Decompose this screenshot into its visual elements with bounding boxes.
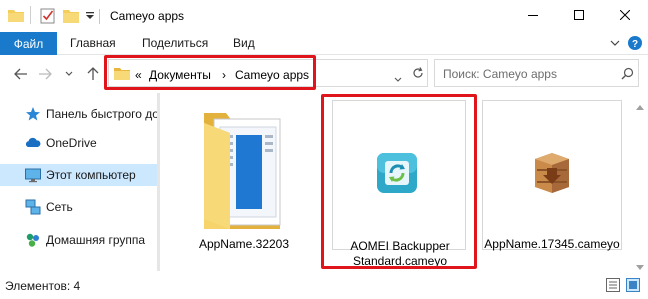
file-name[interactable]: AppName.32203 bbox=[184, 237, 304, 252]
navigation-pane: Панель быстрого до OneDrive Этот компьют… bbox=[0, 93, 160, 271]
address-highlight bbox=[104, 55, 316, 90]
search-input[interactable]: Поиск: Cameyo apps bbox=[443, 67, 557, 81]
maximize-button[interactable] bbox=[556, 0, 602, 30]
new-folder-icon[interactable] bbox=[63, 8, 79, 26]
navigation-bar: « Документы › Cameyo apps Поиск: Cameyo … bbox=[0, 55, 648, 93]
nav-item-this-pc[interactable]: Этот компьютер bbox=[0, 164, 157, 186]
item-count: Элементов: 4 bbox=[5, 279, 81, 293]
nav-label: Домашняя группа bbox=[46, 233, 146, 247]
tab-file[interactable]: Файл bbox=[0, 32, 57, 55]
close-icon bbox=[620, 10, 630, 20]
file-item-appname-17345[interactable] bbox=[482, 100, 622, 250]
vertical-scrollbar[interactable] bbox=[632, 93, 648, 271]
nav-label: Сеть bbox=[46, 200, 73, 214]
chevron-down-icon bbox=[610, 40, 620, 46]
title-bar: Cameyo apps bbox=[0, 0, 648, 32]
nav-label: Этот компьютер bbox=[46, 168, 136, 182]
details-view-icon bbox=[606, 278, 620, 292]
help-icon: ? bbox=[628, 36, 642, 50]
folder-icon bbox=[8, 8, 24, 25]
nav-item-homegroup[interactable]: Домашняя группа bbox=[0, 229, 157, 251]
network-icon bbox=[25, 199, 41, 215]
customize-dropdown-icon[interactable] bbox=[85, 10, 95, 24]
up-button[interactable] bbox=[84, 65, 102, 83]
nav-item-network[interactable]: Сеть bbox=[0, 196, 157, 218]
title-bar-divider bbox=[30, 6, 32, 27]
nav-label: OneDrive bbox=[46, 136, 97, 150]
folder-icon bbox=[204, 113, 281, 229]
computer-icon bbox=[25, 167, 41, 183]
title-separator bbox=[99, 9, 100, 24]
search-icon[interactable] bbox=[621, 67, 634, 83]
scroll-up-icon[interactable] bbox=[636, 99, 644, 113]
nav-label: Панель быстрого до bbox=[46, 107, 157, 121]
expand-ribbon-button[interactable] bbox=[606, 34, 624, 52]
arrow-right-icon bbox=[39, 68, 52, 80]
tab-home[interactable]: Главная bbox=[70, 36, 116, 50]
file-name[interactable]: AppName.17345.cameyo bbox=[476, 237, 628, 252]
status-bar: Элементов: 4 bbox=[0, 272, 648, 299]
recent-locations-button[interactable] bbox=[60, 65, 78, 83]
back-button[interactable] bbox=[12, 65, 30, 83]
arrow-up-icon bbox=[87, 67, 99, 80]
minimize-button[interactable] bbox=[510, 0, 556, 30]
forward-button[interactable] bbox=[36, 65, 54, 83]
homegroup-icon bbox=[25, 232, 41, 248]
help-button[interactable]: ? bbox=[626, 34, 644, 52]
properties-icon[interactable] bbox=[40, 7, 56, 27]
scroll-down-icon[interactable] bbox=[636, 259, 644, 273]
nav-item-quick-access[interactable]: Панель быстрого до bbox=[0, 103, 157, 125]
large-icons-view-icon bbox=[626, 278, 640, 292]
tab-view[interactable]: Вид bbox=[233, 36, 255, 50]
maximize-icon bbox=[574, 10, 584, 20]
address-history-dropdown[interactable] bbox=[394, 71, 402, 85]
tab-share[interactable]: Поделиться bbox=[142, 36, 208, 50]
close-button[interactable] bbox=[602, 0, 648, 30]
large-icons-view-button[interactable] bbox=[626, 278, 642, 294]
selection-highlight bbox=[321, 94, 477, 269]
chevron-down-icon bbox=[394, 77, 402, 82]
minimize-icon bbox=[528, 15, 538, 16]
file-list: AppName.32203 AOMEI Backupper Standard.c… bbox=[160, 93, 632, 271]
refresh-button[interactable] bbox=[412, 67, 424, 82]
details-view-button[interactable] bbox=[606, 278, 622, 294]
nav-item-onedrive[interactable]: OneDrive bbox=[0, 132, 157, 154]
arrow-left-icon bbox=[14, 68, 27, 80]
file-item-appname-32203[interactable] bbox=[200, 107, 284, 231]
package-box-icon bbox=[531, 151, 573, 198]
cloud-icon bbox=[25, 135, 41, 151]
refresh-icon bbox=[413, 67, 423, 78]
ribbon-tabs: Файл Главная Поделиться Вид ? bbox=[0, 32, 648, 55]
search-box[interactable]: Поиск: Cameyo apps bbox=[434, 59, 639, 87]
svg-text:?: ? bbox=[632, 39, 638, 50]
window-title: Cameyo apps bbox=[110, 9, 185, 23]
star-icon bbox=[25, 106, 41, 122]
chevron-down-icon bbox=[65, 71, 73, 76]
